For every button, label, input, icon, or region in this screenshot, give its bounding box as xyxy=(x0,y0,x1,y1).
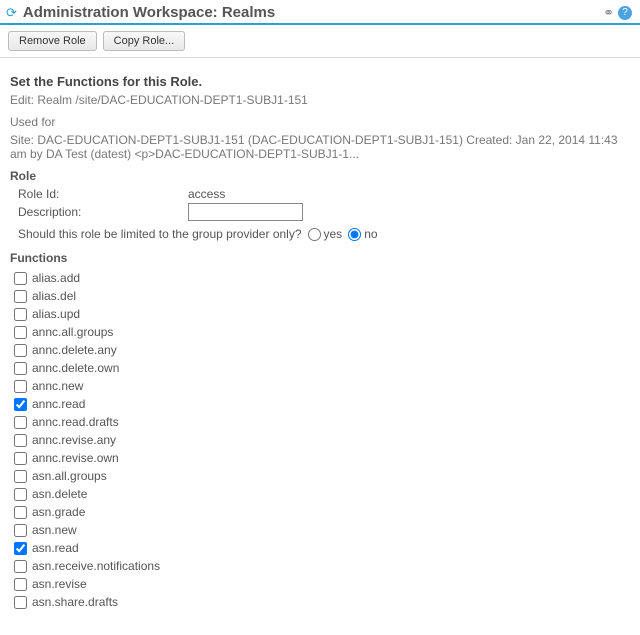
function-item: asn.grade xyxy=(10,503,630,521)
function-checkbox[interactable] xyxy=(14,452,27,465)
function-checkbox[interactable] xyxy=(14,434,27,447)
function-checkbox[interactable] xyxy=(14,488,27,501)
function-item: annc.delete.own xyxy=(10,359,630,377)
role-id-row: Role Id: access xyxy=(18,187,630,201)
function-label: asn.all.groups xyxy=(32,469,107,483)
limit-no-option[interactable]: no xyxy=(348,227,377,241)
role-section-label: Role xyxy=(10,169,630,183)
used-for-text: Site: DAC-EDUCATION-DEPT1-SUBJ1-151 (DAC… xyxy=(10,133,630,161)
function-checkbox[interactable] xyxy=(14,380,27,393)
function-item: asn.new xyxy=(10,521,630,539)
role-description-input[interactable] xyxy=(188,203,303,221)
page-title: Administration Workspace: Realms xyxy=(23,4,603,21)
header-right-icons: ⚭ ? xyxy=(603,5,632,21)
limit-yes-radio[interactable] xyxy=(308,228,321,241)
function-item: alias.upd xyxy=(10,305,630,323)
function-label: annc.delete.any xyxy=(32,343,117,357)
function-label: annc.revise.any xyxy=(32,433,116,447)
function-checkbox[interactable] xyxy=(14,578,27,591)
limit-no-radio[interactable] xyxy=(348,228,361,241)
function-label: alias.del xyxy=(32,289,76,303)
function-item: annc.revise.own xyxy=(10,449,630,467)
function-label: asn.receive.notifications xyxy=(32,559,160,573)
function-item: alias.add xyxy=(10,269,630,287)
reload-icon[interactable]: ⟳ xyxy=(6,5,17,21)
function-checkbox[interactable] xyxy=(14,362,27,375)
function-label: asn.grade xyxy=(32,505,85,519)
function-item: asn.delete xyxy=(10,485,630,503)
function-item: annc.read.drafts xyxy=(10,413,630,431)
function-checkbox[interactable] xyxy=(14,542,27,555)
function-item: asn.receive.notifications xyxy=(10,557,630,575)
copy-role-button[interactable]: Copy Role... xyxy=(103,31,186,51)
function-label: alias.add xyxy=(32,271,80,285)
function-label: alias.upd xyxy=(32,307,80,321)
content: Set the Functions for this Role. Edit: R… xyxy=(0,58,640,617)
page-header: ⟳ Administration Workspace: Realms ⚭ ? xyxy=(0,0,640,25)
content-heading: Set the Functions for this Role. xyxy=(10,74,630,89)
function-checkbox[interactable] xyxy=(14,272,27,285)
function-item: alias.del xyxy=(10,287,630,305)
limit-yes-option[interactable]: yes xyxy=(308,227,343,241)
toolbar: Remove Role Copy Role... xyxy=(0,25,640,58)
role-description-label: Description: xyxy=(18,205,188,219)
functions-list: alias.add alias.del alias.upd annc.all.grou… xyxy=(10,269,630,611)
function-checkbox[interactable] xyxy=(14,398,27,411)
function-label: asn.share.drafts xyxy=(32,595,118,609)
function-item: annc.new xyxy=(10,377,630,395)
function-label: annc.delete.own xyxy=(32,361,119,375)
function-label: asn.delete xyxy=(32,487,87,501)
function-label: annc.all.groups xyxy=(32,325,113,339)
role-table: Role Id: access Description: xyxy=(18,187,630,221)
function-checkbox[interactable] xyxy=(14,326,27,339)
function-label: annc.new xyxy=(32,379,83,393)
function-checkbox[interactable] xyxy=(14,344,27,357)
function-checkbox[interactable] xyxy=(14,524,27,537)
function-item: asn.share.drafts xyxy=(10,593,630,611)
function-checkbox[interactable] xyxy=(14,560,27,573)
function-checkbox[interactable] xyxy=(14,506,27,519)
limit-yes-label: yes xyxy=(324,227,343,241)
functions-section-label: Functions xyxy=(10,251,630,265)
function-item: annc.delete.any xyxy=(10,341,630,359)
function-label: annc.revise.own xyxy=(32,451,119,465)
function-checkbox[interactable] xyxy=(14,416,27,429)
role-limit-row: Should this role be limited to the group… xyxy=(18,227,630,241)
function-item: asn.read xyxy=(10,539,630,557)
function-checkbox[interactable] xyxy=(14,308,27,321)
role-id-value: access xyxy=(188,187,225,201)
function-label: annc.read.drafts xyxy=(32,415,119,429)
function-label: asn.new xyxy=(32,523,77,537)
function-label: asn.revise xyxy=(32,577,87,591)
link-icon[interactable]: ⚭ xyxy=(603,5,614,21)
function-item: annc.all.groups xyxy=(10,323,630,341)
function-checkbox[interactable] xyxy=(14,470,27,483)
function-label: annc.read xyxy=(32,397,85,411)
limit-no-label: no xyxy=(364,227,377,241)
function-label: asn.read xyxy=(32,541,79,555)
remove-role-button[interactable]: Remove Role xyxy=(8,31,97,51)
function-item: asn.revise xyxy=(10,575,630,593)
edit-line: Edit: Realm /site/DAC-EDUCATION-DEPT1-SU… xyxy=(10,93,630,107)
function-checkbox[interactable] xyxy=(14,596,27,609)
function-item: annc.revise.any xyxy=(10,431,630,449)
function-checkbox[interactable] xyxy=(14,290,27,303)
function-item: annc.read xyxy=(10,395,630,413)
help-icon[interactable]: ? xyxy=(618,6,632,20)
role-limit-question: Should this role be limited to the group… xyxy=(18,227,302,241)
role-description-row: Description: xyxy=(18,203,630,221)
function-item: asn.all.groups xyxy=(10,467,630,485)
used-for-label: Used for xyxy=(10,115,630,129)
role-id-label: Role Id: xyxy=(18,187,188,201)
